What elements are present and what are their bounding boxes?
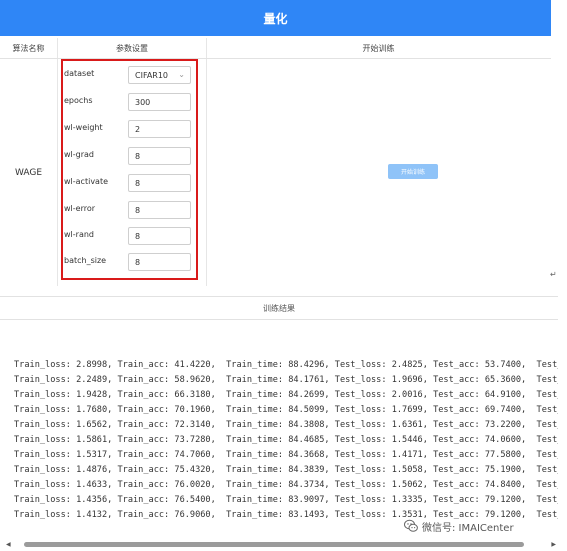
epochs-input-value: 300 (135, 97, 151, 107)
wl-weight-input-value: 2 (135, 124, 141, 134)
param-label: wl-rand (64, 230, 94, 239)
log-line: Train_loss: 1.7680, Train_acc: 70.1960, … (14, 405, 558, 415)
algorithm-cell: WAGE (0, 59, 58, 286)
param-label: epochs (64, 96, 93, 105)
wl-grad-input-value: 8 (135, 151, 141, 161)
batch-size-input-value: 8 (135, 257, 141, 267)
log-line: Train_loss: 1.9428, Train_acc: 66.3180, … (14, 390, 558, 400)
param-row-batch-size: batch_size 8 (61, 253, 192, 273)
log-line: Train_loss: 1.4876, Train_acc: 75.4320, … (14, 465, 558, 475)
log-line: Train_loss: 1.4633, Train_acc: 76.0020, … (14, 480, 558, 490)
param-row-wl-grad: wl-grad 8 (61, 147, 192, 167)
epochs-input[interactable]: 300 (128, 93, 191, 111)
param-row-wl-weight: wl-weight 2 (61, 120, 192, 140)
wl-activate-input-value: 8 (135, 178, 141, 188)
param-row-dataset: dataset CIFAR10 ⌄ (61, 66, 192, 86)
log-line: Train_loss: 1.5317, Train_acc: 74.7060, … (14, 450, 558, 460)
results-log[interactable]: Train_loss: 2.8998, Train_acc: 41.4220, … (0, 319, 558, 541)
arrow-left-icon[interactable]: ◀ (6, 541, 11, 548)
start-training-label: 开始训练 (400, 169, 425, 176)
wl-error-input-value: 8 (135, 205, 141, 215)
horizontal-scrollbar[interactable]: ◀ ▶ (6, 541, 556, 548)
log-line: Train_loss: 1.6562, Train_acc: 72.3140, … (14, 420, 558, 430)
param-label: wl-error (64, 204, 96, 213)
wl-rand-input-value: 8 (135, 231, 141, 241)
param-label: wl-activate (64, 177, 109, 186)
wl-rand-input[interactable]: 8 (128, 227, 191, 245)
table-header: 算法名称 参数设置 开始训练 (0, 38, 551, 59)
page-title-bar: 量化 (0, 0, 551, 36)
param-label: wl-weight (64, 123, 103, 132)
log-line: Train_loss: 1.4356, Train_acc: 76.5400, … (14, 495, 558, 505)
column-header-train: 开始训练 (362, 43, 395, 53)
arrow-right-icon[interactable]: ▶ (551, 541, 556, 548)
algorithm-name: WAGE (14, 167, 43, 178)
param-label: dataset (64, 69, 95, 78)
table-row: WAGE dataset CIFAR10 ⌄ epochs 300 wl-wei… (0, 59, 551, 286)
scrollbar-thumb[interactable] (24, 542, 524, 547)
page-title: 量化 (263, 11, 288, 26)
param-row-wl-error: wl-error 8 (61, 201, 192, 221)
results-title: 训练结果 (263, 303, 295, 313)
wl-weight-input[interactable]: 2 (128, 120, 191, 138)
params-cell: dataset CIFAR10 ⌄ epochs 300 wl-weight 2 (58, 59, 207, 286)
train-cell: 开始训练 (206, 59, 551, 286)
return-icon: ↵ (550, 270, 557, 279)
wl-grad-input[interactable]: 8 (128, 147, 191, 165)
wl-error-input[interactable]: 8 (128, 201, 191, 219)
watermark: 微信号: IMAICenter (404, 516, 514, 536)
column-header-params: 参数设置 (58, 38, 207, 58)
param-label: batch_size (64, 256, 107, 265)
results-section-title: 训练结果 (0, 296, 558, 320)
watermark-text: 微信号: IMAICenter (422, 522, 514, 534)
param-row-epochs: epochs 300 (61, 93, 192, 113)
column-header-algorithm: 算法名称 (0, 38, 58, 58)
param-label: wl-grad (64, 150, 94, 159)
dataset-select[interactable]: CIFAR10 ⌄ (128, 66, 191, 84)
log-line: Train_loss: 2.2489, Train_acc: 58.9620, … (14, 375, 558, 385)
dataset-select-value: CIFAR10 (135, 70, 169, 80)
log-line: Train_loss: 2.8998, Train_acc: 41.4220, … (14, 360, 558, 370)
batch-size-input[interactable]: 8 (128, 253, 191, 271)
param-row-wl-rand: wl-rand 8 (61, 227, 192, 247)
chevron-down-icon: ⌄ (178, 70, 185, 79)
log-line: Train_loss: 1.5861, Train_acc: 73.7280, … (14, 435, 558, 445)
wl-activate-input[interactable]: 8 (128, 174, 191, 192)
page: 量化 算法名称 参数设置 开始训练 WAGE dataset CIFAR10 ⌄… (0, 0, 567, 551)
wechat-icon (404, 519, 418, 532)
start-training-button[interactable]: 开始训练 (388, 164, 438, 179)
param-row-wl-activate: wl-activate 8 (61, 174, 192, 194)
